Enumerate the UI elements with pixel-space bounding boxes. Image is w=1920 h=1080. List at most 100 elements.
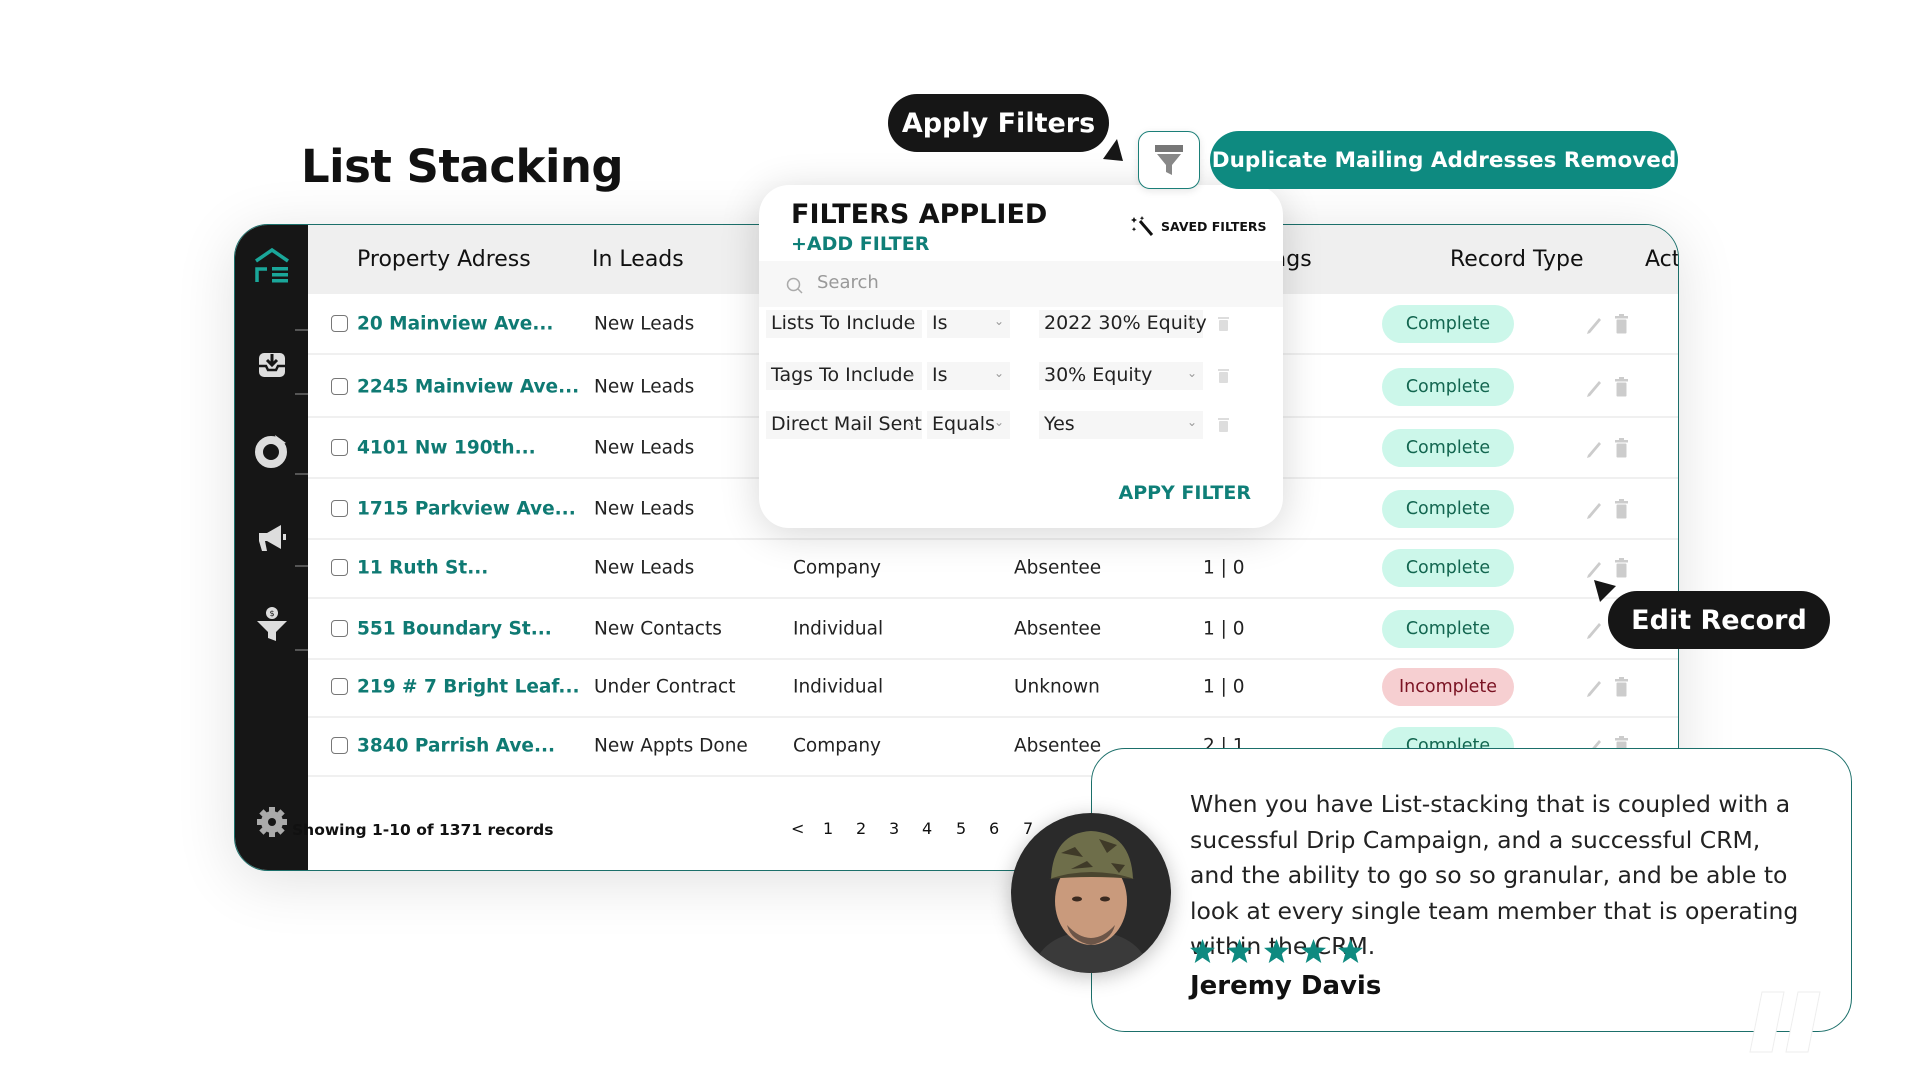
cursor-icon xyxy=(1103,139,1123,161)
chevron-down-icon: ⌄ xyxy=(905,415,916,429)
occupancy: Absentee xyxy=(1014,735,1102,756)
filter-field-select[interactable]: Lists To Include ⌄ xyxy=(766,310,922,338)
trash-icon[interactable] xyxy=(1615,498,1631,519)
occupancy: Absentee xyxy=(1014,618,1102,639)
testimonial-card: When you have List-stacking that is coup… xyxy=(1091,748,1852,1032)
row-checkbox[interactable] xyxy=(331,377,348,395)
lead-status: New Leads xyxy=(594,313,695,334)
header-in-leads[interactable]: In Leads xyxy=(592,247,684,272)
filter-search-input[interactable]: Search xyxy=(759,261,1283,307)
star-rating xyxy=(1190,939,1363,967)
edit-icon[interactable] xyxy=(1586,314,1602,334)
sidebar: $ xyxy=(235,225,308,870)
chevron-down-icon: ⌄ xyxy=(993,314,1004,328)
filter-value-select[interactable]: Yes ⌄ xyxy=(1039,411,1203,439)
money-funnel-icon[interactable]: $ xyxy=(253,605,291,643)
row-checkbox[interactable] xyxy=(331,438,348,456)
filters-popup: FILTERS APPLIED +ADD FILTER SAVED FILTER… xyxy=(759,185,1283,528)
divider xyxy=(295,393,308,395)
filter-operator-select[interactable]: Equals ⌄ xyxy=(927,411,1010,439)
row-checkbox[interactable] xyxy=(331,314,348,332)
delete-filter-icon[interactable] xyxy=(1218,417,1229,432)
page-button[interactable]: 2 xyxy=(856,819,866,838)
property-address-link[interactable]: 3840 Parrish Ave... xyxy=(357,735,555,756)
property-address-link[interactable]: 551 Boundary St... xyxy=(357,618,552,639)
row-checkbox[interactable] xyxy=(331,558,348,576)
chevron-down-icon: ⌄ xyxy=(1186,366,1197,380)
owner-type: Individual xyxy=(793,618,884,639)
row-checkbox[interactable] xyxy=(331,499,348,517)
add-filter-button[interactable]: +ADD FILTER xyxy=(791,233,929,255)
logo-icon[interactable] xyxy=(253,247,291,285)
trash-icon[interactable] xyxy=(1615,557,1631,578)
edit-icon[interactable] xyxy=(1586,619,1602,639)
property-address-link[interactable]: 11 Ruth St... xyxy=(357,557,488,578)
divider xyxy=(295,329,308,331)
testimonial-quote: When you have List-stacking that is coup… xyxy=(1190,790,1799,960)
prev-page-button[interactable]: < xyxy=(791,819,804,838)
property-address-link[interactable]: 20 Mainview Ave... xyxy=(357,313,553,334)
status-badge: Complete xyxy=(1382,609,1514,648)
star-icon xyxy=(1190,939,1215,967)
saved-filters-button[interactable]: SAVED FILTERS xyxy=(1131,214,1267,238)
apply-filters-callout: Apply Filters xyxy=(888,94,1109,152)
edit-icon[interactable] xyxy=(1586,677,1602,697)
header-property-address[interactable]: Property Adress xyxy=(357,247,531,272)
chevron-down-icon: ⌄ xyxy=(993,415,1004,429)
page-button[interactable]: 4 xyxy=(922,819,932,838)
magic-wand-icon xyxy=(1131,216,1154,236)
trash-icon[interactable] xyxy=(1615,676,1631,697)
quote-mark-icon xyxy=(1749,991,1821,1053)
filter-value-select[interactable]: 2022 30% Equity ⌄ xyxy=(1039,310,1207,338)
row-checkbox[interactable] xyxy=(331,677,348,695)
page-button[interactable]: 3 xyxy=(889,819,899,838)
search-icon xyxy=(786,277,803,294)
property-address-link[interactable]: 4101 Nw 190th... xyxy=(357,437,536,458)
edit-icon[interactable] xyxy=(1586,499,1602,519)
delete-filter-icon[interactable] xyxy=(1218,316,1229,331)
table-row: 219 # 7 Bright Leaf... Under Contract Indi… xyxy=(308,657,1678,718)
filters-title: FILTERS APPLIED xyxy=(791,199,1048,230)
edit-record-callout: Edit Record xyxy=(1608,591,1830,649)
duplicates-removed-callout: Duplicate Mailing Addresses Removed xyxy=(1210,131,1678,189)
filter-field-select[interactable]: Tags To Include ⌄ xyxy=(766,362,922,390)
owner-type: Company xyxy=(793,735,882,756)
table-row: 551 Boundary St... New Contacts Individual… xyxy=(308,599,1678,660)
pie-chart-icon[interactable] xyxy=(253,431,291,469)
page-button[interactable]: 6 xyxy=(989,819,999,838)
page-button[interactable]: 1 xyxy=(823,819,833,838)
header-record-type[interactable]: Record Type xyxy=(1450,247,1584,272)
trash-icon[interactable] xyxy=(1615,437,1631,458)
delete-filter-icon[interactable] xyxy=(1218,368,1229,383)
filter-value-select[interactable]: 30% Equity ⌄ xyxy=(1039,362,1203,390)
tag-counts: 1 | 0 xyxy=(1203,676,1245,697)
status-badge: Complete xyxy=(1382,304,1514,343)
megaphone-icon[interactable] xyxy=(253,519,291,557)
inbox-download-icon[interactable] xyxy=(253,345,291,383)
page-button[interactable]: 7 xyxy=(1023,819,1033,838)
property-address-link[interactable]: 2245 Mainview Ave... xyxy=(357,376,579,397)
page-button[interactable]: 5 xyxy=(956,819,966,838)
filter-button[interactable] xyxy=(1138,131,1200,189)
edit-icon[interactable] xyxy=(1586,558,1602,578)
gear-icon[interactable] xyxy=(253,803,291,841)
filter-operator-select[interactable]: Is ⌄ xyxy=(927,362,1010,390)
divider xyxy=(295,649,308,651)
apply-filter-button[interactable]: APPY FILTER xyxy=(1118,482,1251,504)
owner-type: Individual xyxy=(793,676,884,697)
filter-field-select[interactable]: Direct Mail Sent ⌄ xyxy=(766,411,922,439)
trash-icon[interactable] xyxy=(1615,313,1631,334)
property-address-link[interactable]: 219 # 7 Bright Leaf... xyxy=(357,676,580,697)
edit-icon[interactable] xyxy=(1586,377,1602,397)
filter-field-value: Lists To Include xyxy=(771,312,916,334)
chevron-down-icon: ⌄ xyxy=(905,366,916,380)
trash-icon[interactable] xyxy=(1615,376,1631,397)
edit-icon[interactable] xyxy=(1586,438,1602,458)
filter-operator-select[interactable]: Is ⌄ xyxy=(927,310,1010,338)
divider xyxy=(295,473,308,475)
row-checkbox[interactable] xyxy=(331,619,348,637)
chevron-down-icon: ⌄ xyxy=(1186,314,1197,328)
row-checkbox[interactable] xyxy=(331,736,348,754)
svg-text:$: $ xyxy=(269,609,274,618)
property-address-link[interactable]: 1715 Parkview Ave... xyxy=(357,498,576,519)
